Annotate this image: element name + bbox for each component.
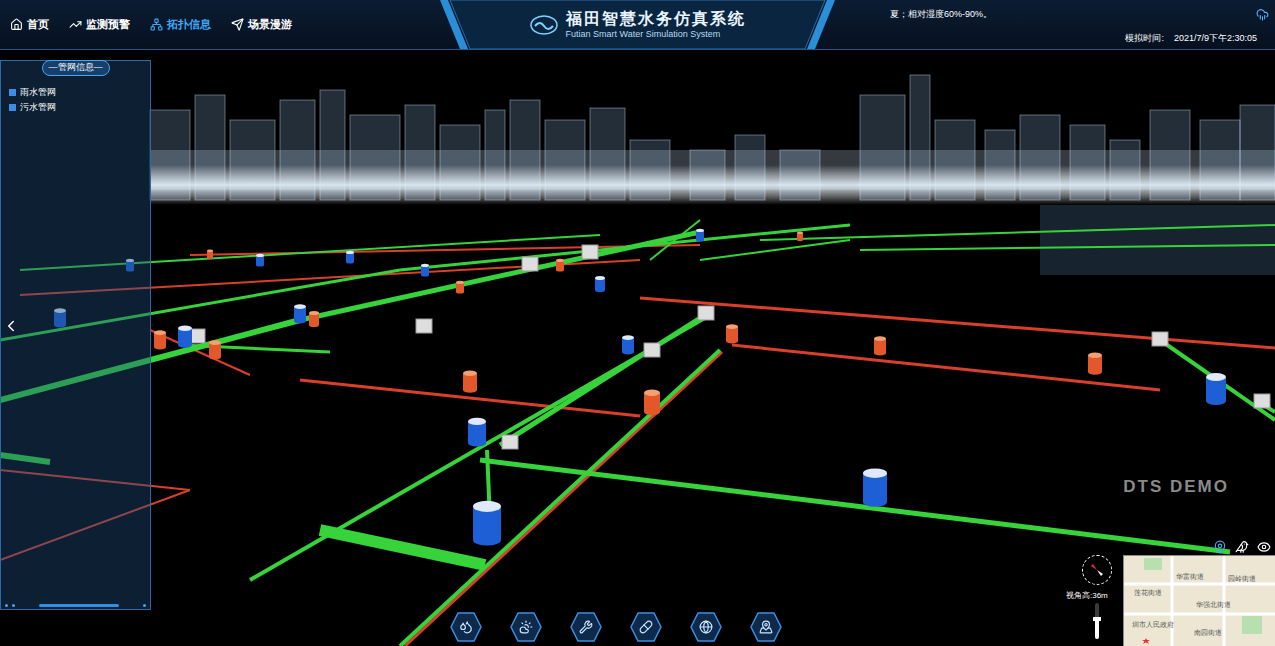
tool-icon (459, 620, 473, 634)
tool-icon (519, 620, 533, 634)
zoom-slider[interactable] (1095, 603, 1099, 639)
header: 首页 监测预警 拓扑信息 场景漫游 福田智慧水务仿真系统Futian Smart Wat… (0, 0, 1275, 50)
scene-area: —管网信息— 雨水管网污水管网 DTS DEMO 视角高:36m 华富街道 园岭街道莲花街… (0, 50, 1275, 646)
manhole-node[interactable] (797, 232, 803, 242)
manhole-node[interactable] (595, 276, 605, 292)
network-toggle[interactable]: 污水管网 (9, 101, 150, 115)
manhole-node[interactable] (294, 304, 306, 323)
app-subtitle: Futian Smart Water Simulation System (566, 29, 721, 40)
tool-button[interactable] (630, 612, 662, 642)
manhole-node[interactable] (696, 229, 704, 242)
title-block: 福田智慧水务仿真系统Futian Smart Water Simulation … (440, 0, 835, 49)
weather-icon[interactable] (1256, 8, 1269, 21)
location-icon[interactable] (1213, 540, 1227, 554)
manhole-node[interactable] (456, 281, 464, 294)
nav-icon (150, 18, 163, 31)
hexagon-icon (510, 612, 542, 642)
manhole-node[interactable] (874, 336, 886, 355)
manhole-node[interactable] (622, 335, 634, 354)
tool-button[interactable] (690, 612, 722, 642)
tool-icon (639, 620, 653, 634)
manhole-node[interactable] (644, 390, 660, 416)
map-label: 华强北街道 (1196, 600, 1231, 611)
minimap[interactable]: 华富街道 园岭街道莲花街道华强北街道圳市人民政府南园街道 (1123, 555, 1275, 646)
manhole-node[interactable] (309, 311, 319, 327)
nav-item[interactable]: 首页 (10, 16, 49, 33)
map-label: 圳市人民政府 (1132, 620, 1174, 631)
manhole-node[interactable] (256, 254, 264, 267)
pipe-network-scene[interactable] (0, 50, 1275, 646)
manhole-node[interactable] (209, 340, 221, 359)
header-right: 夏；相对湿度60%-90%。模拟时间:2021/7/9下午2:30:05 (835, 0, 1275, 49)
tool-button[interactable] (570, 612, 602, 642)
weather-ticker: 夏；相对湿度60%-90%。 (890, 8, 1275, 22)
toolbar (450, 612, 782, 642)
tool-icon (579, 620, 593, 634)
app: 首页 监测预警 拓扑信息 场景漫游 福田智慧水务仿真系统Futian Smart Wat… (0, 0, 1275, 646)
compass[interactable] (1082, 555, 1112, 585)
hexagon-icon (450, 612, 482, 642)
manhole-node[interactable] (154, 330, 166, 349)
collapse-icon[interactable] (2, 315, 20, 337)
hexagon-icon (570, 612, 602, 642)
manhole-node[interactable] (468, 418, 486, 447)
nav-bar: 首页 监测预警 拓扑信息 场景漫游 (0, 0, 440, 49)
nav-item[interactable]: 拓扑信息 (150, 16, 211, 33)
compass-needle-icon (1087, 560, 1107, 580)
eye-icon[interactable] (1257, 540, 1271, 554)
map-label: 南园街道 (1194, 628, 1222, 639)
bird-view-icon[interactable] (1235, 540, 1249, 554)
map-label: 华富街道 (1176, 572, 1204, 583)
manhole-node[interactable] (863, 468, 887, 506)
network-toggle[interactable]: 雨水管网 (9, 86, 150, 100)
tool-button[interactable] (750, 612, 782, 642)
hexagon-icon (750, 612, 782, 642)
manhole-node[interactable] (1206, 373, 1226, 405)
manhole-node[interactable] (346, 251, 354, 264)
map-tools (1213, 540, 1271, 554)
watermark: DTS DEMO (1123, 474, 1229, 500)
tool-icon (699, 620, 713, 634)
checkbox[interactable] (9, 104, 16, 111)
checkbox[interactable] (9, 89, 16, 96)
manhole-node[interactable] (1088, 352, 1102, 374)
manhole-node[interactable] (726, 324, 738, 343)
view-height: 视角高:36m (1066, 590, 1108, 602)
logo-icon (530, 14, 558, 36)
tool-button[interactable] (510, 612, 542, 642)
app-title: 福田智慧水务仿真系统 (566, 9, 746, 29)
map-label: 莲花街道 (1134, 588, 1162, 599)
manhole-node[interactable] (207, 250, 213, 260)
manhole-node[interactable] (421, 264, 429, 277)
tool-icon (759, 620, 773, 634)
nav-icon (231, 18, 244, 31)
manhole-node[interactable] (463, 370, 477, 392)
nav-icon (10, 18, 23, 31)
manhole-node[interactable] (556, 259, 564, 272)
nav-icon (69, 18, 82, 31)
map-label: 园岭街道 (1228, 574, 1256, 585)
nav-item[interactable]: 监测预警 (69, 16, 130, 33)
sim-time: 模拟时间:2021/7/9下午2:30:05 (1125, 32, 1275, 46)
nav-item[interactable]: 场景漫游 (231, 16, 292, 33)
manhole-node[interactable] (178, 325, 192, 347)
tool-button[interactable] (450, 612, 482, 642)
manhole-node[interactable] (473, 501, 501, 546)
panel-title: —管网信息— (42, 60, 110, 76)
network-panel: —管网信息— 雨水管网污水管网 (0, 60, 151, 610)
